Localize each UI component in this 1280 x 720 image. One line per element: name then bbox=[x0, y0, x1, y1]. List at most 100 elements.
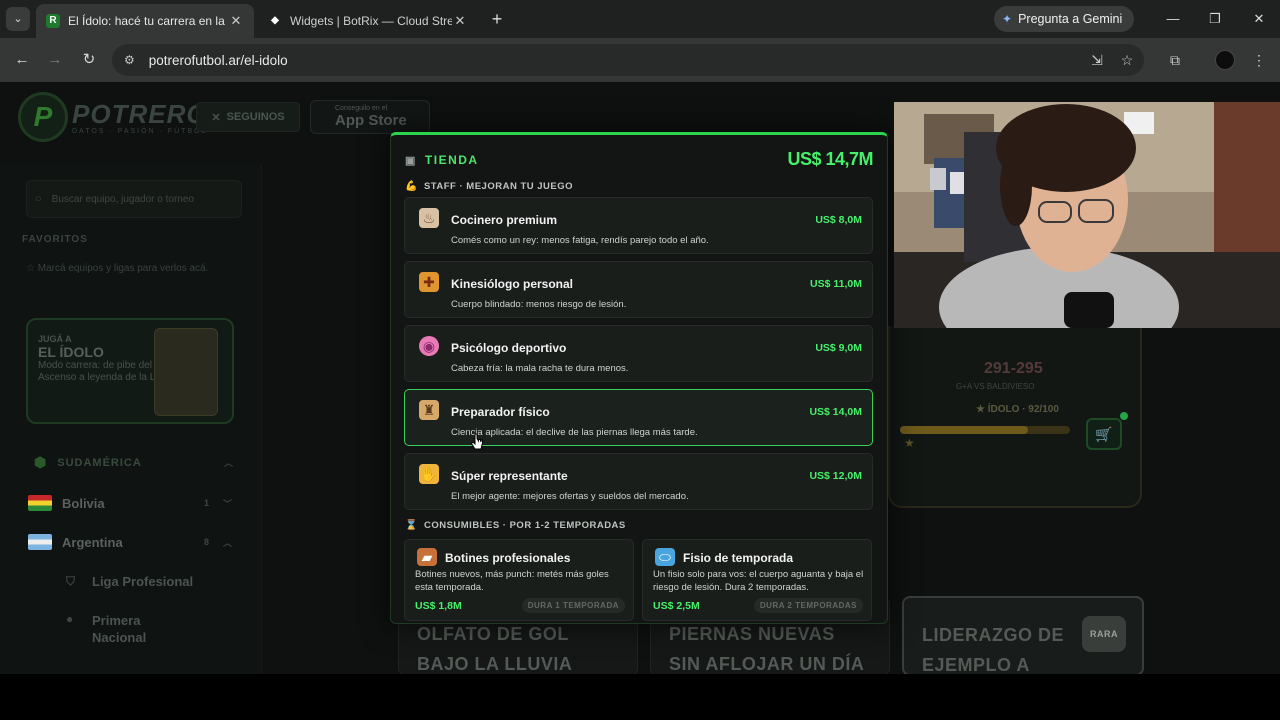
potrero-logo-icon: P bbox=[18, 92, 68, 142]
restore-icon[interactable]: ❐ bbox=[1202, 8, 1228, 30]
seguinos-button[interactable]: ✕ SEGUINOS bbox=[196, 102, 300, 132]
forward-icon[interactable]: → bbox=[43, 49, 67, 71]
item-price: US$ 9,0M bbox=[815, 342, 862, 354]
region-sudamerica[interactable]: ⬢ SUDAMÉRICA ︿ bbox=[34, 454, 234, 471]
score-text: 291-295 bbox=[984, 360, 1043, 377]
brain-icon: ◉ bbox=[419, 336, 439, 356]
skill-card-text: PIERNAS NUEVAS SIN AFLOJAR UN DÍA bbox=[669, 624, 865, 674]
career-panel: 291-295 G+A VS BALDIVIESO ★ ÍDOLO · 92/1… bbox=[888, 326, 1142, 508]
chevron-up-icon: ︿ bbox=[223, 458, 234, 468]
screen-bottom-bar bbox=[0, 674, 1280, 720]
search-input[interactable]: ○ Buscar equipo, jugador o torneo bbox=[26, 180, 242, 218]
store-cart-button[interactable]: 🛒 bbox=[1086, 418, 1122, 450]
shield-icon: ⛉ bbox=[66, 574, 76, 588]
argentina-flag-icon bbox=[28, 534, 52, 550]
item-desc: Un fisio solo para vos: el cuerpo aguant… bbox=[653, 569, 864, 593]
item-desc: Ciencia aplicada: el declive de las pier… bbox=[451, 427, 698, 438]
url-input[interactable]: ⚙ potrerofutbol.ar/el-idolo bbox=[112, 44, 1144, 76]
profile-avatar[interactable] bbox=[1215, 50, 1235, 70]
staff-section-label: 💪 STAFF · MEJORAN TU JUEGO bbox=[405, 181, 574, 192]
region-label: SUDAMÉRICA bbox=[57, 456, 142, 469]
install-app-icon[interactable]: ⇲ bbox=[1086, 49, 1108, 71]
store-modal: ▣ TIENDA US$ 14,7M 💪 STAFF · MEJORAN TU … bbox=[390, 132, 888, 624]
appstore-small: Conseguilo en el bbox=[335, 105, 388, 112]
store-item-botines[interactable]: ▰ Botines profesionales Botines nuevos, … bbox=[404, 539, 634, 621]
skill-card-rara[interactable]: LIDERAZGO DE EJEMPLO A PURA RARA bbox=[902, 596, 1144, 674]
map-pin-icon: ⬢ bbox=[34, 454, 48, 470]
tab-title: El Ídolo: hacé tu carrera en la Li bbox=[68, 14, 228, 28]
browser-tab-bar: ⌄ R El Ídolo: hacé tu carrera en la Li ✕… bbox=[0, 0, 1280, 38]
league-liga-profesional[interactable]: ⛉ Liga Profesional bbox=[66, 574, 193, 589]
potrero-favicon-icon: R bbox=[46, 14, 60, 28]
el-idolo-promo[interactable]: JUGÁ A EL ÍDOLO Modo carrera: de pibe de… bbox=[26, 318, 234, 424]
gemini-button[interactable]: ✦ Pregunta a Gemini bbox=[994, 6, 1134, 32]
physio-icon: ✚ bbox=[419, 272, 439, 292]
country-bolivia[interactable]: Bolivia 1 ﹀ bbox=[28, 495, 232, 511]
bookmark-star-icon[interactable]: ☆ bbox=[1116, 49, 1138, 71]
app-store-button[interactable]: Conseguilo en el App Store bbox=[310, 100, 430, 134]
country-argentina[interactable]: Argentina 8 ︿ bbox=[28, 534, 232, 550]
hourglass-icon: ⌛ bbox=[405, 520, 418, 531]
gemini-spark-icon: ✦ bbox=[1002, 12, 1013, 26]
seguinos-label: SEGUINOS bbox=[226, 111, 285, 123]
site-logo[interactable]: P POTRERO DATOS · PASIÓN · FÚTBOL bbox=[18, 92, 208, 142]
sidebar: ○ Buscar equipo, jugador o torneo FAVORI… bbox=[0, 164, 262, 674]
store-item-kinesiologo[interactable]: ✚ Kinesiólogo personal Cuerpo blindado: … bbox=[404, 261, 873, 318]
item-price: US$ 12,0M bbox=[809, 470, 862, 482]
handshake-icon: ✋ bbox=[419, 464, 439, 484]
hand-cursor-icon bbox=[470, 433, 483, 450]
favorites-hint: ☆ Marcá equipos y ligas para verlos acá. bbox=[26, 263, 209, 274]
item-price: US$ 14,0M bbox=[809, 406, 862, 418]
new-tab-button[interactable]: + bbox=[486, 8, 508, 30]
consumables-section-label: ⌛ CONSUMIBLES · POR 1-2 TEMPORADAS bbox=[405, 520, 626, 531]
pill-icon: ⬭ bbox=[655, 548, 675, 566]
chef-icon: ♨ bbox=[419, 208, 439, 228]
ball-icon: ● bbox=[66, 612, 74, 626]
item-price: US$ 1,8M bbox=[415, 600, 462, 612]
notification-dot bbox=[1120, 412, 1128, 420]
logo-subtitle: DATOS · PASIÓN · FÚTBOL bbox=[72, 128, 208, 135]
store-item-representante[interactable]: ✋ Súper representante El mejor agente: m… bbox=[404, 453, 873, 510]
tab-search-icon[interactable]: ⌄ bbox=[6, 7, 30, 31]
webcam-overlay bbox=[894, 102, 1280, 328]
close-tab-icon[interactable]: ✕ bbox=[452, 13, 468, 29]
address-bar: ← → ↻ ⚙ potrerofutbol.ar/el-idolo ⇲ ☆ ⧉ … bbox=[0, 38, 1280, 82]
store-item-fisio[interactable]: ⬭ Fisio de temporada Un fisio solo para … bbox=[642, 539, 872, 621]
league-primera-nacional[interactable]: ● Primera Nacional bbox=[66, 612, 162, 646]
tab-title: Widgets | BotRix — Cloud Strea bbox=[290, 14, 452, 28]
tab-el-idolo[interactable]: R El Ídolo: hacé tu carrera en la Li ✕ bbox=[36, 4, 254, 38]
minimize-icon[interactable]: — bbox=[1160, 8, 1186, 30]
item-desc: Botines nuevos, más punch: metés más gol… bbox=[415, 569, 609, 593]
bolivia-flag-icon bbox=[28, 495, 52, 511]
back-icon[interactable]: ← bbox=[10, 49, 34, 71]
skill-card-text: LIDERAZGO DE EJEMPLO A PURA bbox=[922, 625, 1065, 674]
duration-badge: DURA 1 TEMPORADA bbox=[521, 598, 625, 613]
extensions-icon[interactable]: ⧉ bbox=[1164, 49, 1186, 71]
store-item-psicologo[interactable]: ◉ Psicólogo deportivo Cabeza fría: la ma… bbox=[404, 325, 873, 382]
store-item-cocinero[interactable]: ♨ Cocinero premium Comés como un rey: me… bbox=[404, 197, 873, 254]
weightlifter-icon: ♜ bbox=[419, 400, 439, 420]
item-name: Preparador físico bbox=[451, 405, 550, 419]
item-desc: Cabeza fría: la mala racha te dura menos… bbox=[451, 363, 629, 374]
item-price: US$ 8,0M bbox=[815, 214, 862, 226]
score-note: G+A VS BALDIVIESO bbox=[956, 382, 1035, 391]
item-price: US$ 11,0M bbox=[810, 278, 862, 290]
item-name: Kinesiólogo personal bbox=[451, 277, 574, 291]
flexed-arm-icon: 💪 bbox=[405, 181, 418, 192]
boot-icon: ▰ bbox=[417, 548, 437, 566]
more-menu-icon[interactable]: ⋮ bbox=[1248, 49, 1270, 71]
reload-icon[interactable]: ↻ bbox=[77, 49, 101, 71]
idolo-rating: ★ ÍDOLO · 92/100 bbox=[976, 404, 1059, 415]
star-icon: ★ bbox=[904, 436, 915, 450]
item-name: Súper representante bbox=[451, 469, 568, 483]
site-settings-icon[interactable]: ⚙ bbox=[124, 53, 135, 67]
star-icon: ☆ bbox=[26, 263, 38, 274]
item-name: Psicólogo deportivo bbox=[451, 341, 567, 355]
close-tab-icon[interactable]: ✕ bbox=[228, 13, 244, 29]
star-icon: ★ bbox=[976, 404, 988, 415]
appstore-big: App Store bbox=[335, 112, 407, 129]
tab-botrix[interactable]: ◆ Widgets | BotRix — Cloud Strea ✕ bbox=[258, 4, 478, 38]
close-window-icon[interactable]: ✕ bbox=[1246, 8, 1272, 30]
chevron-up-icon: ︿ bbox=[222, 537, 232, 548]
favorites-heading: FAVORITOS bbox=[22, 234, 88, 245]
